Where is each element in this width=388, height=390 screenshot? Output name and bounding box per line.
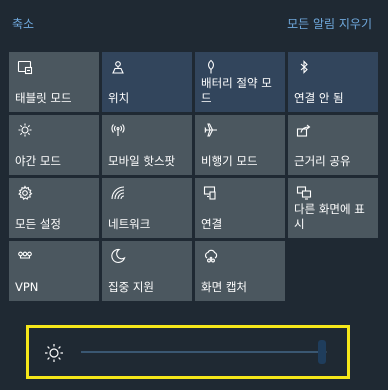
airplane-icon	[202, 121, 220, 139]
tile-project[interactable]: 다른 화면에 표시	[288, 178, 378, 238]
tile-bluetooth[interactable]: 연결 안 됨	[288, 52, 378, 112]
tile-label: 연결 안 됨	[294, 91, 344, 105]
action-center-header: 축소 모든 알림 지우기	[0, 0, 388, 48]
battery-saver-icon	[202, 58, 220, 76]
gear-icon	[16, 184, 34, 202]
network-icon	[109, 184, 127, 202]
tile-label: 모바일 핫스팟	[108, 154, 176, 168]
tile-label: 다른 화면에 표시	[294, 202, 365, 231]
tile-label: 야간 모드	[15, 154, 61, 168]
tile-label: 위치	[108, 91, 130, 105]
connect-icon	[202, 184, 220, 202]
project-icon	[295, 184, 313, 202]
tile-connect[interactable]: 연결	[195, 178, 285, 238]
bluetooth-icon	[295, 58, 313, 76]
tile-network[interactable]: 네트워크	[102, 178, 192, 238]
tile-screen-snip[interactable]: 화면 캡처	[195, 241, 285, 301]
tile-label: 연결	[201, 217, 223, 231]
tile-tablet-mode[interactable]: 태블릿 모드	[9, 52, 99, 112]
tile-location[interactable]: 위치	[102, 52, 192, 112]
brightness-slider-fill	[81, 351, 322, 353]
tile-vpn[interactable]: VPN	[9, 241, 99, 301]
tile-all-settings[interactable]: 모든 설정	[9, 178, 99, 238]
tile-label: 배터리 절약 모드	[201, 76, 272, 105]
clear-all-notifications-link[interactable]: 모든 알림 지우기	[287, 15, 372, 32]
tile-focus-assist[interactable]: 집중 지원	[102, 241, 192, 301]
nearby-share-icon	[295, 121, 313, 139]
tile-nearby-share[interactable]: 근거리 공유	[288, 115, 378, 175]
night-light-icon	[16, 121, 34, 139]
tile-label: 모든 설정	[15, 217, 61, 231]
tile-label: 집중 지원	[108, 280, 154, 294]
tile-night-light[interactable]: 야간 모드	[9, 115, 99, 175]
tile-label: 비행기 모드	[201, 154, 258, 168]
tile-label: 화면 캡처	[201, 280, 247, 294]
screen-snip-icon	[202, 247, 220, 265]
tile-label: VPN	[15, 280, 39, 294]
brightness-slider-thumb[interactable]	[318, 340, 326, 364]
tile-label: 네트워크	[108, 217, 151, 231]
brightness-slider[interactable]	[81, 351, 327, 353]
tile-placeholder	[288, 241, 378, 301]
collapse-link[interactable]: 축소	[12, 15, 34, 32]
quick-actions-grid: 태블릿 모드 위치 배터리 절약 모드 연결 안 됨 야간 모드 모바일 핫스팟…	[9, 52, 383, 301]
mobile-hotspot-icon	[109, 121, 127, 139]
tile-airplane-mode[interactable]: 비행기 모드	[195, 115, 285, 175]
location-icon	[109, 58, 127, 76]
focus-assist-icon	[109, 247, 127, 265]
tile-label: 근거리 공유	[294, 154, 351, 168]
vpn-icon	[16, 247, 34, 265]
tile-mobile-hotspot[interactable]: 모바일 핫스팟	[102, 115, 192, 175]
tile-label: 태블릿 모드	[15, 91, 72, 105]
brightness-sun-icon	[45, 344, 63, 362]
tile-battery-saver[interactable]: 배터리 절약 모드	[195, 52, 285, 112]
tablet-mode-icon	[16, 58, 34, 76]
brightness-panel	[26, 325, 350, 379]
